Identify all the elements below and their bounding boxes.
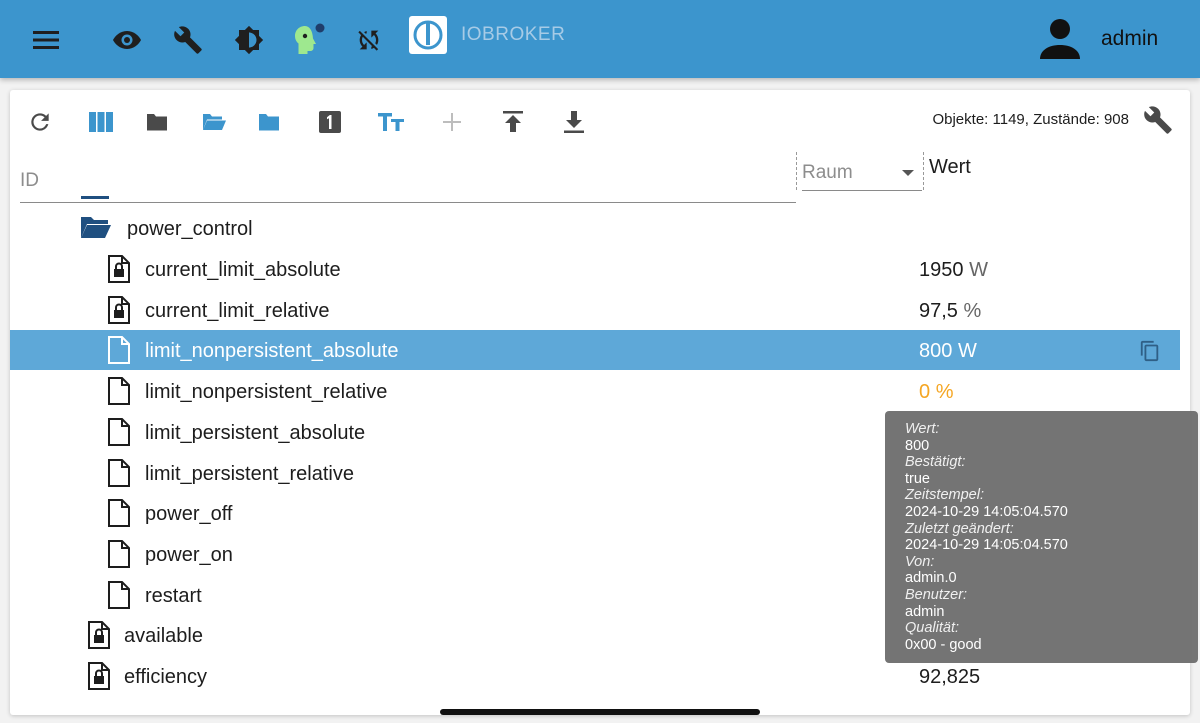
room-filter-select[interactable]: Raum bbox=[802, 160, 922, 191]
brand-title[interactable]: IOBROKER bbox=[461, 24, 565, 46]
value-number: 1950 bbox=[919, 259, 964, 281]
tree-row-label: limit_persistent_absolute bbox=[145, 422, 366, 444]
state-value[interactable]: 1950 W bbox=[919, 259, 988, 282]
value-unit: W bbox=[969, 259, 988, 281]
wrench-icon[interactable] bbox=[166, 18, 210, 62]
tree-row-state[interactable]: current_limit_absolute 1950 W bbox=[10, 249, 1180, 289]
username-label[interactable]: admin bbox=[1101, 27, 1158, 51]
tree-row-label: available bbox=[124, 625, 203, 647]
column-resizer[interactable] bbox=[796, 152, 797, 190]
tooltip-key-zeitstempel: Zeitstempel: bbox=[905, 487, 984, 504]
refresh-icon[interactable] bbox=[22, 104, 58, 140]
tree-row-label: limit_nonpersistent_absolute bbox=[145, 340, 399, 362]
value-number: 800 bbox=[919, 340, 953, 362]
locked-file-icon bbox=[87, 662, 111, 690]
file-icon bbox=[107, 459, 131, 487]
user-icon[interactable] bbox=[1034, 17, 1086, 61]
tooltip-key-bestaetigt: Bestätigt: bbox=[905, 454, 966, 471]
state-value[interactable]: 0 % bbox=[919, 381, 953, 404]
tooltip-key-qualitaet: Qualität: bbox=[905, 620, 959, 637]
value-number: 0 bbox=[919, 381, 931, 403]
tooltip-key-wert: Wert: bbox=[905, 421, 940, 437]
locked-file-icon bbox=[107, 296, 131, 324]
menu-icon[interactable] bbox=[24, 18, 68, 62]
brightness-icon[interactable] bbox=[227, 18, 271, 62]
tooltip-value-bestaetigt: true bbox=[905, 470, 930, 487]
folder-open-icon bbox=[80, 214, 112, 242]
state-value[interactable]: 97,5 % bbox=[919, 300, 981, 323]
tree-row-state[interactable]: current_limit_relative 97,5 % bbox=[10, 290, 1180, 330]
tree-row-label: current_limit_relative bbox=[145, 300, 330, 322]
columns-icon[interactable] bbox=[83, 104, 119, 140]
tree-row-label: power_on bbox=[145, 544, 233, 566]
text-size-icon[interactable] bbox=[373, 104, 409, 140]
eye-icon[interactable] bbox=[105, 18, 149, 62]
file-icon bbox=[107, 377, 131, 405]
tree-row-label: efficiency bbox=[124, 666, 208, 688]
tree-row-label: limit_persistent_relative bbox=[145, 463, 354, 485]
value-number: 97,5 bbox=[919, 300, 958, 322]
folder-icon[interactable] bbox=[139, 104, 175, 140]
tooltip-key-von: Von: bbox=[905, 553, 935, 570]
file-icon bbox=[107, 418, 131, 446]
tree-row-label: restart bbox=[145, 585, 202, 607]
tooltip-value-benutzer: admin bbox=[905, 603, 945, 620]
folder-filled-icon[interactable] bbox=[251, 104, 287, 140]
object-counts: Objekte: 1149, Zustände: 908 bbox=[932, 111, 1129, 128]
tree-row-label: limit_nonpersistent_relative bbox=[145, 381, 388, 403]
value-tooltip: Wert: 800 Bestätigt: true Zeitstempel: 2… bbox=[885, 411, 1198, 663]
locked-file-icon bbox=[107, 255, 131, 283]
tree-row-state[interactable]: limit_nonpersistent_relative 0 % bbox=[10, 371, 1180, 411]
tooltip-value-wert: 800 bbox=[905, 437, 930, 454]
file-icon bbox=[107, 540, 131, 568]
chevron-down-icon bbox=[902, 170, 914, 176]
tooltip-value-zuletzt: 2024-10-29 14:05:04.570 bbox=[905, 537, 1068, 554]
column-resizer[interactable] bbox=[923, 152, 924, 190]
tooltip-key-benutzer: Benutzer: bbox=[905, 586, 968, 603]
value-unit: W bbox=[957, 340, 977, 362]
home-indicator[interactable] bbox=[440, 709, 760, 715]
state-value[interactable]: 92,825 bbox=[919, 666, 980, 689]
value-number: 92,825 bbox=[919, 666, 981, 688]
tooltip-value-qualitaet: 0x00 - good bbox=[905, 636, 982, 653]
tooltip-value-von: admin.0 bbox=[905, 570, 957, 587]
upload-icon[interactable] bbox=[495, 104, 531, 140]
add-icon[interactable] bbox=[434, 104, 470, 140]
tree-row-state-selected[interactable]: limit_nonpersistent_absolute 800 W bbox=[10, 330, 1180, 370]
locked-file-icon bbox=[87, 621, 111, 649]
sync-off-icon[interactable] bbox=[347, 18, 391, 62]
settings-wrench-icon[interactable] bbox=[1140, 102, 1176, 138]
tooltip-key-zuletzt: Zuletzt geändert: bbox=[905, 520, 1014, 537]
value-unit: % bbox=[935, 381, 954, 403]
room-filter-placeholder: Raum bbox=[802, 162, 853, 183]
tooltip-value-zeitstempel: 2024-10-29 14:05:04.570 bbox=[905, 503, 1068, 520]
state-value[interactable]: 800 W bbox=[919, 340, 977, 363]
file-icon bbox=[107, 581, 131, 609]
download-icon[interactable] bbox=[556, 104, 592, 140]
app-bar: IOBROKER admin bbox=[0, 0, 1200, 78]
file-icon bbox=[107, 336, 131, 364]
tree-row-folder[interactable]: dc bbox=[10, 196, 1180, 208]
tree-row-label: dc bbox=[127, 196, 148, 201]
folder-open-icon[interactable] bbox=[196, 104, 232, 140]
tree-row-label: power_off bbox=[145, 503, 233, 525]
iobroker-logo[interactable] bbox=[409, 16, 447, 54]
value-unit: % bbox=[963, 300, 982, 322]
copy-icon[interactable] bbox=[1139, 340, 1161, 362]
folder-icon bbox=[80, 196, 110, 202]
file-icon bbox=[107, 499, 131, 527]
value-column-header: Wert bbox=[929, 156, 971, 178]
expert-mode-icon[interactable] bbox=[287, 18, 331, 62]
tree-row-label: current_limit_absolute bbox=[145, 259, 341, 281]
tree-row-folder[interactable]: power_control bbox=[10, 208, 1180, 248]
number-one-icon[interactable] bbox=[312, 104, 348, 140]
tree-row-label: power_control bbox=[127, 218, 253, 240]
